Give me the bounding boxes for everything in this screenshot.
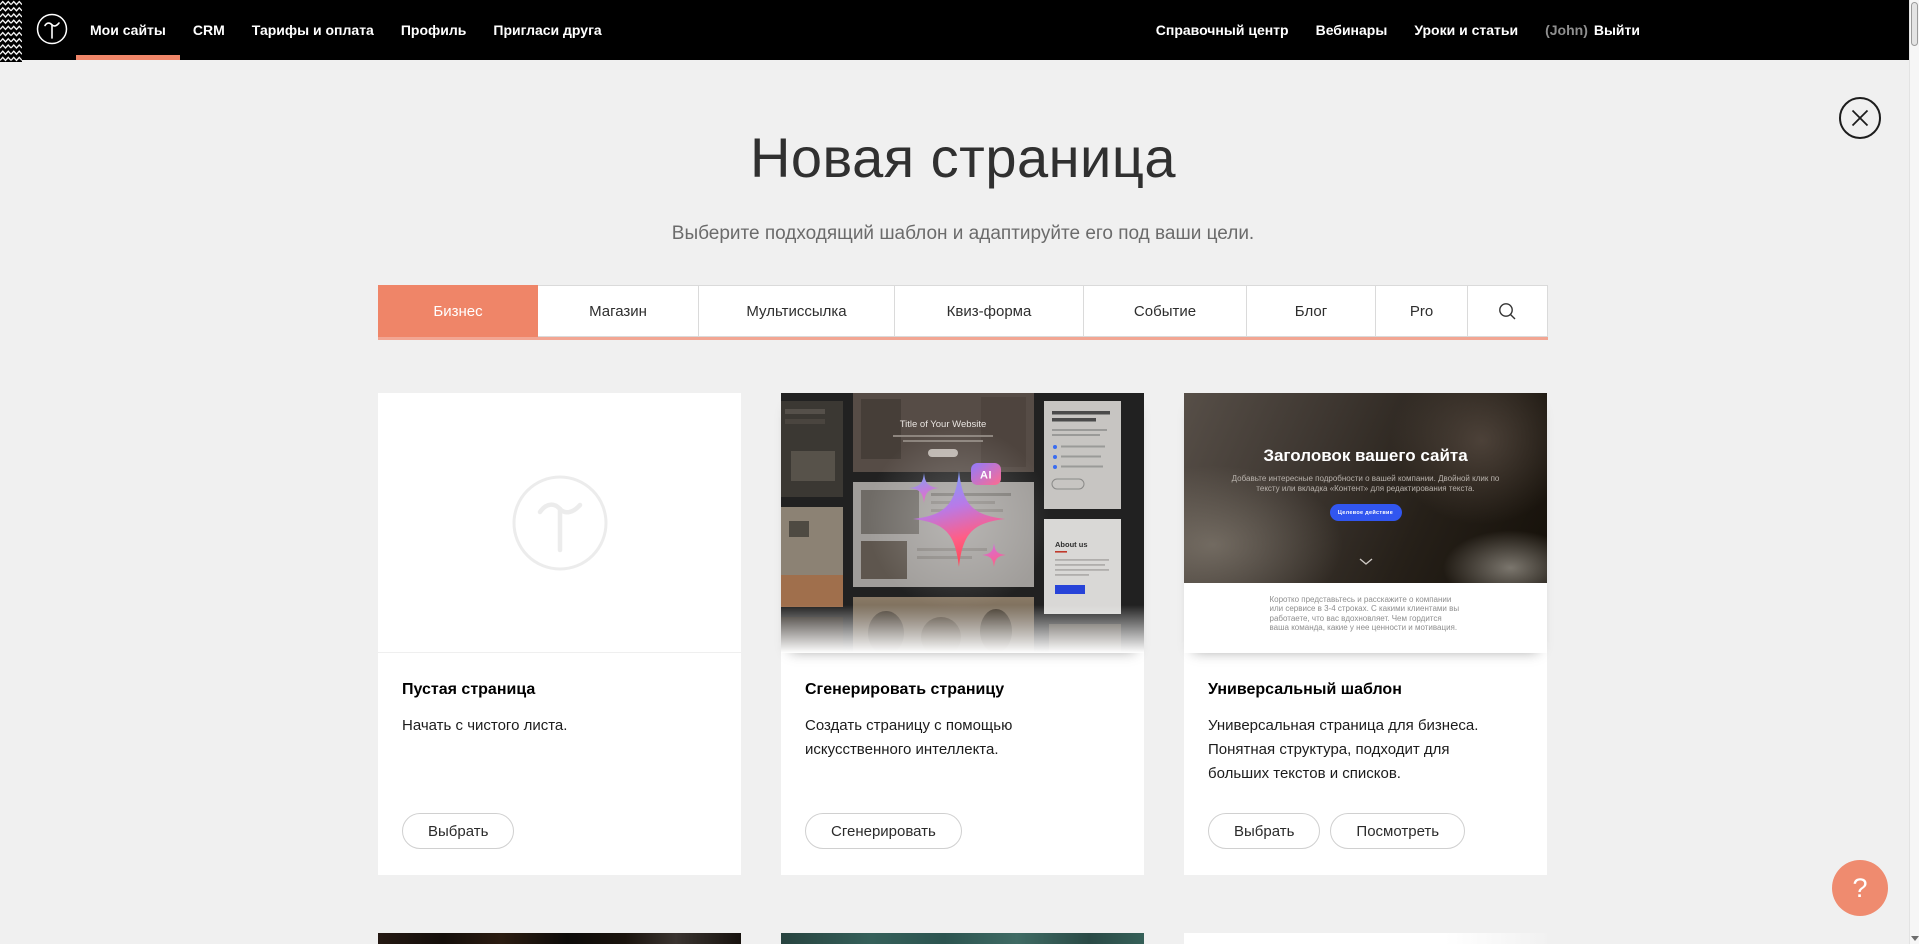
ai-badge: AI bbox=[971, 463, 1001, 485]
top-nav: Мои сайты CRM Тарифы и оплата Профиль Пр… bbox=[0, 0, 1919, 60]
close-button[interactable] bbox=[1839, 97, 1881, 139]
card-description: Создать страницу с помощью искусственног… bbox=[805, 714, 1105, 762]
template-card-partial[interactable] bbox=[378, 933, 741, 944]
template-grid: Пустая страница Начать с чистого листа. … bbox=[378, 393, 1548, 944]
template-hero-subtitle: Добавьте интересные подробности о вашей … bbox=[1226, 474, 1506, 493]
template-card-blank-page: Пустая страница Начать с чистого листа. … bbox=[378, 393, 741, 875]
zigzag-pattern-decoration bbox=[0, 0, 22, 62]
template-body-thumbnail: Коротко представьтесь и расскажите о ком… bbox=[1184, 583, 1547, 653]
tab-business[interactable]: Бизнес bbox=[378, 285, 538, 337]
template-hero-thumbnail: Заголовок вашего сайта Добавьте интересн… bbox=[1184, 393, 1547, 583]
nav-item-crm[interactable]: CRM bbox=[193, 0, 225, 60]
universal-template-preview: Заголовок вашего сайта Добавьте интересн… bbox=[1184, 393, 1547, 653]
generate-button[interactable]: Сгенерировать bbox=[805, 813, 962, 849]
tabs-accent-strip bbox=[378, 337, 1548, 340]
tab-search[interactable] bbox=[1468, 285, 1548, 337]
nav-item-logout[interactable]: (John) Выйти bbox=[1545, 0, 1640, 60]
card-description: Универсальная страница для бизнеса. Поня… bbox=[1208, 714, 1508, 786]
scrollbar-down-arrow-icon[interactable] bbox=[1911, 936, 1919, 941]
user-name: (John) bbox=[1545, 22, 1588, 38]
template-card-partial[interactable] bbox=[781, 933, 1144, 944]
choose-button[interactable]: Выбрать bbox=[402, 813, 514, 849]
template-category-tabs: Бизнес Магазин Мультиссылка Квиз-форма С… bbox=[378, 285, 1548, 340]
tab-quiz-form[interactable]: Квиз-форма bbox=[895, 285, 1084, 337]
template-card-ai-generate: Title of Your Website bbox=[781, 393, 1144, 875]
logout-label: Выйти bbox=[1594, 22, 1640, 38]
question-mark-icon: ? bbox=[1852, 873, 1867, 904]
page-title: Новая страница bbox=[378, 124, 1548, 192]
blank-page-preview bbox=[378, 393, 741, 653]
nav-item-my-sites[interactable]: Мои сайты bbox=[90, 0, 166, 60]
scrollbar[interactable] bbox=[1909, 0, 1919, 944]
card-description: Начать с чистого листа. bbox=[402, 714, 702, 738]
chevron-down-icon bbox=[1359, 552, 1373, 570]
search-icon bbox=[1498, 302, 1517, 321]
template-card-universal: Заголовок вашего сайта Добавьте интересн… bbox=[1184, 393, 1547, 875]
nav-left-menu: Мои сайты CRM Тарифы и оплата Профиль Пр… bbox=[90, 0, 629, 60]
tilda-logo[interactable] bbox=[36, 13, 68, 45]
tab-event[interactable]: Событие bbox=[1084, 285, 1247, 337]
scrollbar-thumb[interactable] bbox=[1911, 2, 1918, 46]
tab-blog[interactable]: Блог bbox=[1247, 285, 1376, 337]
nav-item-webinars[interactable]: Вебинары bbox=[1316, 0, 1388, 60]
nav-right-menu: Справочный центр Вебинары Уроки и статьи… bbox=[1129, 0, 1640, 60]
choose-button[interactable]: Выбрать bbox=[1208, 813, 1320, 849]
template-hero-title: Заголовок вашего сайта bbox=[1184, 445, 1547, 467]
tab-pro[interactable]: Pro bbox=[1376, 285, 1468, 337]
nav-item-invite-friend[interactable]: Пригласи друга bbox=[493, 0, 601, 60]
card-title: Пустая страница bbox=[402, 680, 717, 700]
new-page-dialog: Новая страница Выберите подходящий шабло… bbox=[378, 60, 1548, 944]
ai-preview-collage: Title of Your Website bbox=[781, 393, 1144, 653]
nav-item-tariffs[interactable]: Тарифы и оплата bbox=[252, 0, 374, 60]
tilda-watermark-icon bbox=[500, 463, 620, 583]
about-us-text: About us bbox=[1055, 540, 1088, 549]
card-title: Универсальный шаблон bbox=[1208, 680, 1523, 700]
tab-store[interactable]: Магазин bbox=[538, 285, 699, 337]
template-body-text: Коротко представьтесь и расскажите о ком… bbox=[1270, 595, 1462, 633]
template-hero-cta: Целевое действие bbox=[1330, 504, 1402, 521]
template-card-partial[interactable] bbox=[1184, 933, 1547, 944]
page-subtitle: Выберите подходящий шаблон и адаптируйте… bbox=[378, 221, 1548, 247]
nav-item-help-center[interactable]: Справочный центр bbox=[1156, 0, 1289, 60]
nav-item-profile[interactable]: Профиль bbox=[401, 0, 467, 60]
card-title: Сгенерировать страницу bbox=[805, 680, 1120, 700]
close-icon bbox=[1850, 108, 1870, 128]
tab-multilink[interactable]: Мультиссылка bbox=[699, 285, 895, 337]
help-button[interactable]: ? bbox=[1832, 860, 1888, 916]
nav-item-lessons[interactable]: Уроки и статьи bbox=[1414, 0, 1518, 60]
svg-text:AI: AI bbox=[980, 470, 992, 482]
preview-button[interactable]: Посмотреть bbox=[1330, 813, 1465, 849]
